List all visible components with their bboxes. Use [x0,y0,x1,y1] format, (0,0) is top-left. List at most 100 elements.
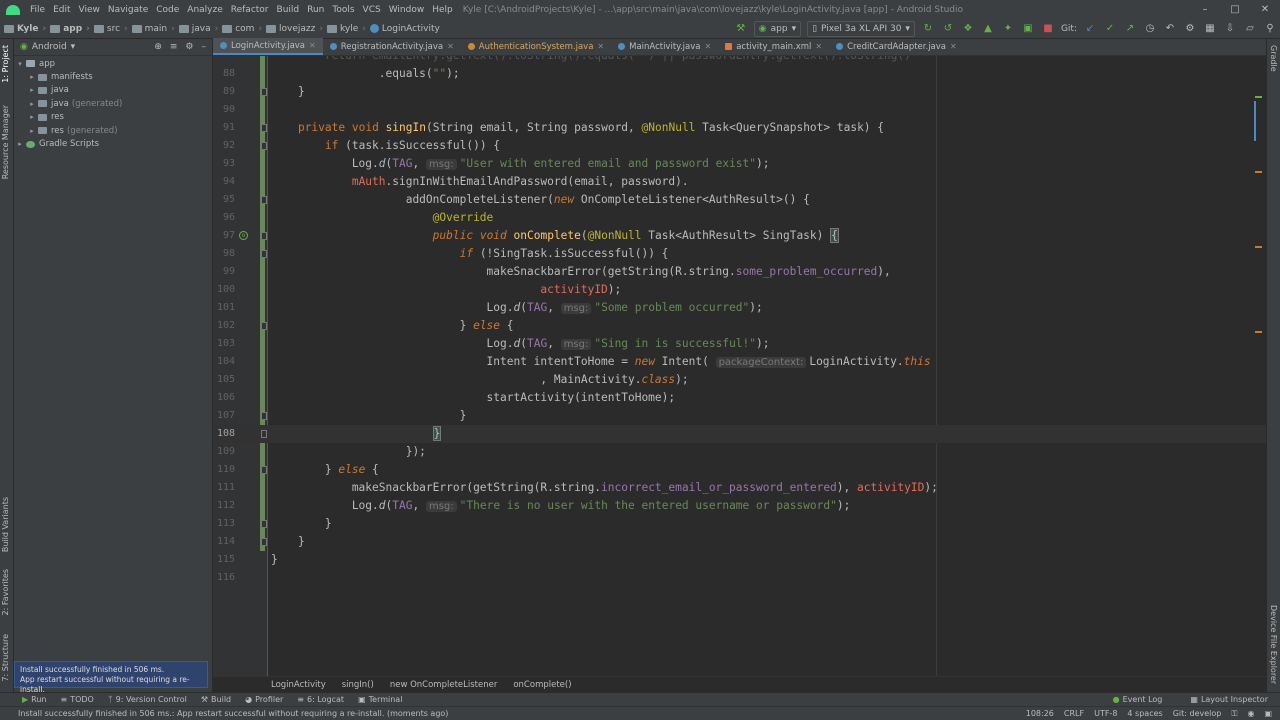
tree-item-app[interactable]: ▾ app [14,57,212,70]
menu-tools[interactable]: Tools [328,5,358,15]
notification-balloon[interactable]: Install successfully finished in 506 ms.… [14,661,208,694]
coverage-icon[interactable]: ▣ [1020,21,1036,37]
breadcrumb-class[interactable]: LoginActivity [271,680,326,690]
apply-code-changes-icon[interactable]: ↺ [940,21,956,37]
sdk-manager-icon[interactable]: ⇩ [1222,21,1238,37]
locate-icon[interactable]: ⊕ [154,42,162,52]
apply-changes-icon[interactable]: ↻ [920,21,936,37]
collapsed-arrow-icon[interactable]: ▸ [28,73,36,81]
tree-item-java[interactable]: ▸ java [14,84,212,97]
rollback-icon[interactable]: ↶ [1162,21,1178,37]
scroll-mark[interactable] [1255,171,1262,173]
logcat-tool-button[interactable]: ≡ 6: Logcat [297,695,344,704]
project-structure-icon[interactable]: ▦ [1202,21,1218,37]
history-icon[interactable]: ◷ [1142,21,1158,37]
breadcrumb-com[interactable]: com › [218,24,262,34]
breadcrumb-listener[interactable]: new OnCompleteListener [390,680,498,690]
project-view-select[interactable]: Android [32,42,67,52]
close-icon[interactable]: ✕ [950,42,957,51]
status-message[interactable]: Install successfully finished in 506 ms.… [18,709,448,718]
todo-tool-button[interactable]: ≡ TODO [61,695,94,704]
gradle-tool-tab[interactable]: Gradle [1269,45,1278,72]
attach-debugger-icon[interactable]: ✦ [1000,21,1016,37]
memory-indicator-icon[interactable]: ▣ [1264,709,1272,718]
git-push-icon[interactable]: ↗ [1122,21,1138,37]
close-icon[interactable]: ✕ [447,42,454,51]
close-icon[interactable]: ✕ [815,42,822,51]
breadcrumb-src[interactable]: src › [90,24,128,34]
scroll-mark[interactable] [1255,331,1262,333]
collapsed-arrow-icon[interactable]: ▸ [28,127,36,135]
build-variants-tool-tab[interactable]: Build Variants [1,497,10,552]
menu-refactor[interactable]: Refactor [227,5,273,15]
code-editor[interactable]: return emailEntry.getText().toString().e… [213,56,1266,676]
scroll-mark[interactable] [1255,96,1262,98]
fold-end-icon[interactable] [261,538,267,546]
menu-code[interactable]: Code [152,5,183,15]
menu-analyze[interactable]: Analyze [183,5,226,15]
menu-edit[interactable]: Edit [49,5,74,15]
chevron-down-icon[interactable]: ▾ [71,42,76,52]
tree-item-gradle-scripts[interactable]: ▸ Gradle Scripts [14,137,212,150]
fold-marker-icon[interactable] [261,196,267,204]
menu-view[interactable]: View [75,5,104,15]
device-select[interactable]: ▯ Pixel 3a XL API 30 ▾ [807,20,915,37]
structure-tool-tab[interactable]: 7: Structure [1,634,10,682]
menu-build[interactable]: Build [273,5,304,15]
menu-run[interactable]: Run [303,5,328,15]
breadcrumb-kyle[interactable]: kyle › [323,24,366,34]
collapsed-arrow-icon[interactable]: ▸ [28,100,36,108]
inspector-icon[interactable]: ◉ [1247,709,1254,718]
layout-inspector-tool-button[interactable]: ▦ Layout Inspector [1190,695,1268,704]
fold-marker-icon[interactable] [261,466,267,474]
close-icon[interactable]: ✕ [705,42,712,51]
breadcrumb-project[interactable]: Kyle › [0,24,46,34]
profile-icon[interactable]: ▲ [980,21,996,37]
expanded-arrow-icon[interactable]: ▾ [16,60,24,68]
file-encoding[interactable]: UTF-8 [1094,709,1117,718]
git-branch[interactable]: Git: develop [1173,709,1222,718]
fold-end-icon[interactable] [261,430,267,438]
tab-registration-activity[interactable]: RegistrationActivity.java ✕ [323,38,461,55]
resource-manager-tool-tab[interactable]: Resource Manager [1,105,10,179]
collapsed-arrow-icon[interactable]: ▸ [16,140,24,148]
fold-marker-icon[interactable] [261,322,267,330]
breadcrumb-lovejazz[interactable]: lovejazz › [262,24,323,34]
lock-icon[interactable]: ⚿ [1231,709,1237,719]
caret-position[interactable]: 108:26 [1026,709,1054,718]
fold-end-icon[interactable] [261,412,267,420]
scroll-mark[interactable] [1255,246,1262,248]
fold-marker-icon[interactable] [261,232,267,240]
indent-setting[interactable]: 4 spaces [1127,709,1162,718]
close-icon[interactable]: ✕ [1250,4,1280,15]
tree-item-res-generated[interactable]: ▸ res (generated) [14,124,212,137]
build-tool-button[interactable]: ⚒ Build [201,695,231,704]
fold-marker-icon[interactable] [261,250,267,258]
breadcrumb-app[interactable]: app › [46,24,90,34]
make-project-icon[interactable]: ⚒ [733,21,749,37]
settings-icon[interactable]: ⚙ [1182,21,1198,37]
maximize-icon[interactable]: □ [1220,4,1250,15]
search-icon[interactable]: ⚲ [1262,21,1278,37]
profiler-tool-button[interactable]: ◕ Profiler [245,695,283,704]
collapsed-arrow-icon[interactable]: ▸ [28,86,36,94]
line-separator[interactable]: CRLF [1064,709,1084,718]
tab-login-activity[interactable]: LoginActivity.java ✕ [213,38,323,55]
menu-navigate[interactable]: Navigate [104,5,152,15]
menu-vcs[interactable]: VCS [359,5,385,15]
fold-marker-icon[interactable] [261,124,267,132]
tree-item-res[interactable]: ▸ res [14,111,212,124]
tab-activity-main-xml[interactable]: activity_main.xml ✕ [718,38,829,55]
gear-icon[interactable]: ⚙ [185,42,193,52]
breadcrumb-file[interactable]: LoginActivity [366,24,440,34]
tree-item-java-generated[interactable]: ▸ java (generated) [14,97,212,110]
version-control-tool-button[interactable]: ᛉ 9: Version Control [108,695,187,704]
override-method-icon[interactable]: o [239,231,248,240]
menu-help[interactable]: Help [428,5,457,15]
breadcrumb-main[interactable]: main › [128,24,175,34]
tree-item-manifests[interactable]: ▸ manifests [14,70,212,83]
run-config-select[interactable]: ◉ app ▾ [753,20,802,37]
menu-file[interactable]: File [26,5,49,15]
breadcrumb-callback[interactable]: onComplete() [513,680,571,690]
event-log-tool-button[interactable]: ● Event Log [1113,695,1163,704]
